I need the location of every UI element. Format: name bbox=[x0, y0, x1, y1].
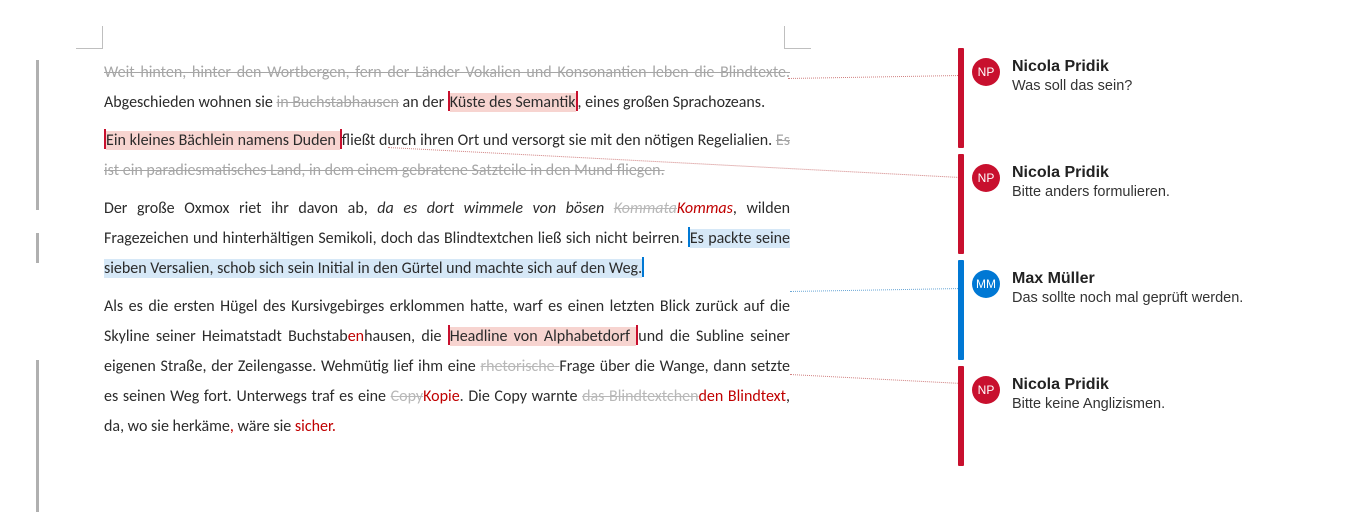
comment-text: Was soll das sein? bbox=[1012, 78, 1332, 94]
inserted-text: Kopie bbox=[423, 387, 460, 406]
comment-author: Nicola Pridik bbox=[1012, 376, 1332, 394]
deleted-text: das Blindtextchen bbox=[582, 387, 698, 406]
paragraph[interactable]: Als es die ersten Hügel des Kursivgebirg… bbox=[104, 292, 790, 442]
comment-text: Bitte anders formulieren. bbox=[1012, 184, 1332, 200]
track-change-bar[interactable] bbox=[36, 360, 39, 512]
comment-card[interactable]: MM Max Müller Das sollte noch mal geprüf… bbox=[972, 270, 1332, 306]
comment-card[interactable]: NP Nicola Pridik Bitte anders formuliere… bbox=[972, 164, 1332, 200]
comment-author: Nicola Pridik bbox=[1012, 58, 1332, 76]
text-run: Abgeschieden wohnen sie bbox=[104, 93, 277, 112]
text-run: , eines großen Sprachozeans. bbox=[578, 93, 766, 112]
track-change-bar[interactable] bbox=[36, 60, 39, 210]
page-body: Weit hinten, hinter den Wortbergen, fern… bbox=[76, 0, 802, 450]
comment-leader bbox=[790, 374, 960, 384]
track-change-bar[interactable] bbox=[36, 233, 39, 263]
comment-range[interactable]: Küste des Semantik bbox=[450, 93, 576, 112]
deleted-text: Weit hinten, hinter den Wortbergen, fern… bbox=[104, 63, 790, 82]
comment-indicator-bar bbox=[958, 154, 964, 254]
deleted-text: Kommata bbox=[614, 199, 677, 218]
comment-indicator-bar bbox=[958, 366, 964, 466]
comment-range[interactable]: Ein kleines Bächlein namens Duden bbox=[106, 131, 340, 150]
comment-text: Bitte keine Anglizismen. bbox=[1012, 396, 1332, 412]
paragraph[interactable]: Ein kleines Bächlein namens Duden fließt… bbox=[104, 126, 790, 186]
inserted-text: Kommas bbox=[677, 199, 733, 218]
comment-indicator-bar bbox=[958, 48, 964, 148]
comment-leader bbox=[790, 288, 958, 292]
comment-author: Max Müller bbox=[1012, 270, 1332, 288]
text-run: . bbox=[679, 229, 687, 248]
comment-indicator-bar bbox=[958, 260, 964, 360]
text-run: da es dort wimmele von bösen bbox=[377, 199, 613, 218]
text-run: Der große Oxmox riet ihr davon ab, bbox=[104, 199, 377, 218]
comment-range[interactable]: Headline von Alphabetdorf bbox=[450, 327, 637, 346]
inserted-text: en bbox=[348, 327, 364, 346]
avatar: NP bbox=[972, 58, 1000, 86]
avatar: MM bbox=[972, 270, 1000, 298]
avatar: NP bbox=[972, 376, 1000, 404]
inserted-text: sicher. bbox=[295, 417, 336, 436]
italic-text: da es dort wimmele von bösen KommataKomm… bbox=[377, 199, 733, 218]
comment-card[interactable]: NP Nicola Pridik Bitte keine Anglizismen… bbox=[972, 376, 1332, 412]
inserted-text: den Blindtext bbox=[699, 387, 787, 406]
deleted-text: Copy bbox=[391, 387, 424, 406]
comment-card[interactable]: NP Nicola Pridik Was soll das sein? bbox=[972, 58, 1332, 94]
comment-leader bbox=[788, 75, 958, 79]
avatar: NP bbox=[972, 164, 1000, 192]
text-run: . Die Copy warnte bbox=[460, 387, 582, 406]
paragraph[interactable]: Der große Oxmox riet ihr davon ab, da es… bbox=[104, 194, 790, 284]
comment-author: Nicola Pridik bbox=[1012, 164, 1332, 182]
comment-anchor-end bbox=[642, 257, 644, 277]
comment-text: Das sollte noch mal geprüft werden. bbox=[1012, 290, 1332, 306]
text-run: wäre sie bbox=[234, 417, 295, 436]
text-run: an der bbox=[399, 93, 448, 112]
deleted-text: in Buchstabhausen bbox=[277, 93, 399, 112]
deleted-text: rhetorische bbox=[480, 357, 559, 376]
paragraph[interactable]: Weit hinten, hinter den Wortbergen, fern… bbox=[104, 58, 790, 118]
text-run: hausen, die bbox=[364, 327, 448, 346]
document-canvas: Weit hinten, hinter den Wortbergen, fern… bbox=[0, 0, 1348, 522]
